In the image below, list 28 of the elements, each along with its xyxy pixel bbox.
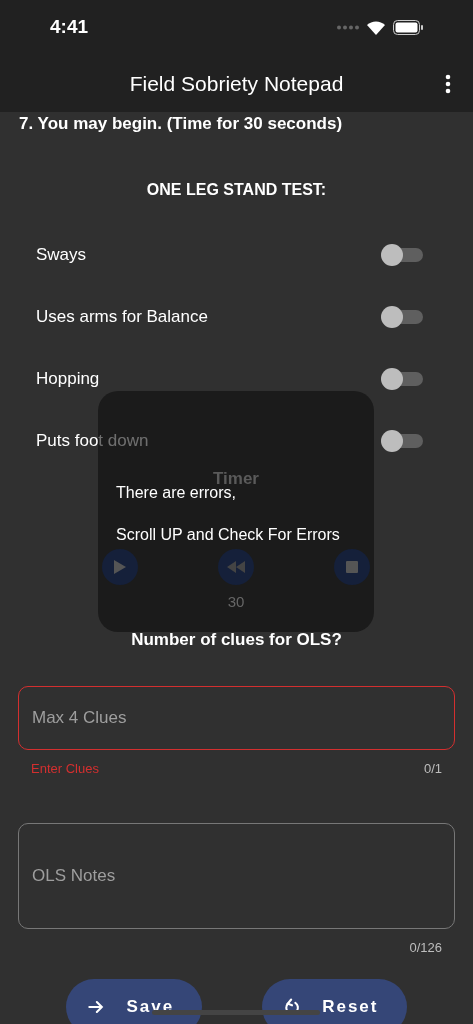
toast-message: Scroll UP and Check For Errors [116,525,340,545]
character-counter: 0/1 [423,760,442,778]
clue-label: Uses arms for Balance [36,305,208,328]
stop-icon [346,560,358,573]
instruction-text: 7. You may begin. (Time for 30 seconds) [19,114,343,133]
status-time: 4:41 [50,15,89,40]
error-text: Enter Clues [31,760,99,778]
play-icon [114,559,126,574]
toggle-switch[interactable] [381,367,423,390]
clue-label: Puts foot down [36,429,149,452]
wifi-icon [367,20,385,35]
clue-label: Sways [36,243,87,266]
rewind-icon [227,560,245,573]
toggle-switch[interactable] [381,243,423,266]
app-title: Field Sobriety Notepad [129,70,344,97]
signal-icon [337,25,359,30]
notes-input-field[interactable]: OLS Notes [18,822,455,929]
clues-input-field[interactable]: Max 4 Clues [18,686,455,750]
timer-value: 30 [227,591,245,612]
clue-label: Hopping [36,367,100,390]
section-title: ONE LEG STAND TEST: [146,179,327,200]
character-counter: 0/126 [409,938,442,957]
battery-icon [393,20,423,35]
question-text: Number of clues for OLS? [131,628,342,651]
more-menu-icon[interactable] [445,73,451,94]
reset-button[interactable]: Reset [262,979,407,1024]
toggle-switch[interactable] [381,305,423,328]
toggle-switch[interactable] [381,429,423,452]
